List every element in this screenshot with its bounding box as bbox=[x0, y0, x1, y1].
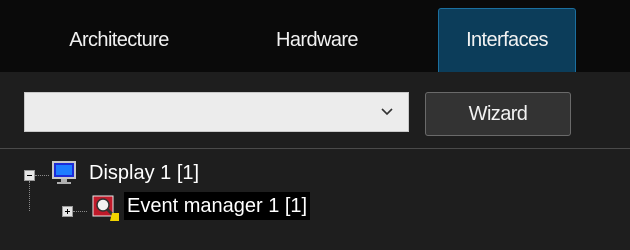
toolbar: Wizard bbox=[0, 72, 630, 148]
interface-select[interactable] bbox=[24, 92, 409, 132]
tab-architecture[interactable]: Architecture bbox=[26, 8, 212, 72]
collapse-toggle[interactable] bbox=[24, 170, 35, 181]
event-manager-icon bbox=[92, 195, 119, 221]
tree-connector bbox=[29, 181, 30, 211]
interface-tree: Display 1 [1] Event manager 1 [1] bbox=[0, 149, 630, 250]
tree-node-event-manager-label[interactable]: Event manager 1 [1] bbox=[124, 192, 311, 220]
tab-interfaces[interactable]: Interfaces bbox=[438, 8, 576, 72]
tab-hardware[interactable]: Hardware bbox=[224, 8, 410, 72]
tab-bar: Architecture Hardware Interfaces bbox=[0, 0, 630, 72]
tree-connector bbox=[35, 175, 49, 176]
monitor-icon bbox=[52, 161, 76, 184]
expand-toggle[interactable] bbox=[62, 206, 73, 217]
tree-node-display-label[interactable]: Display 1 [1] bbox=[86, 159, 202, 187]
chevron-down-icon[interactable] bbox=[378, 103, 396, 121]
tree-connector bbox=[73, 211, 87, 212]
wizard-button[interactable]: Wizard bbox=[425, 92, 571, 136]
